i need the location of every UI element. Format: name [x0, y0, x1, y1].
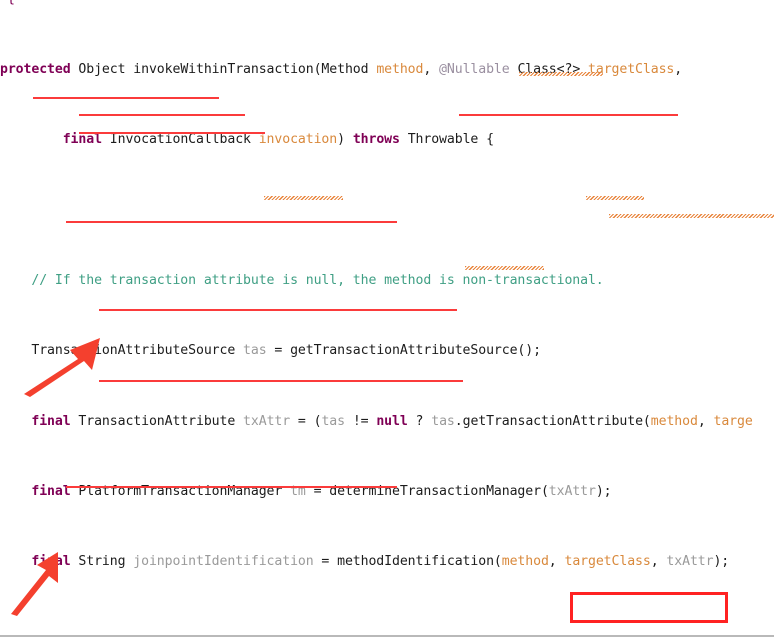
- red-underline-annotation: [66, 486, 397, 488]
- spellcheck-squiggle: [609, 214, 774, 218]
- code-line: final String joinpointIdentification = m…: [31, 554, 730, 570]
- red-underline-annotation: [66, 221, 397, 223]
- spellcheck-squiggle: [264, 196, 343, 200]
- red-underline-annotation: [79, 114, 245, 116]
- spellcheck-squiggle: [465, 266, 544, 270]
- code-editor-screenshot: { protected Object invokeWithinTransacti…: [0, 0, 774, 637]
- red-underline-annotation: [99, 380, 463, 382]
- code-line: // If the transaction attribute is null,…: [31, 272, 604, 288]
- spellcheck-squiggle: [586, 196, 644, 200]
- code-line: TransactionAttributeSource tas = getTran…: [0, 343, 541, 359]
- code-block[interactable]: protected Object invokeWithinTransaction…: [0, 0, 774, 635]
- code-line: protected Object invokeWithinTransaction…: [0, 61, 683, 77]
- spellcheck-squiggle: [519, 72, 603, 76]
- red-underline-annotation: [459, 114, 678, 116]
- code-line: final TransactionAttribute txAttr = (tas…: [31, 413, 753, 429]
- red-underline-annotation: [99, 309, 457, 311]
- highlight-box-transaction-callback: [570, 592, 728, 623]
- red-underline-annotation: [33, 97, 219, 99]
- red-underline-annotation: [79, 132, 265, 134]
